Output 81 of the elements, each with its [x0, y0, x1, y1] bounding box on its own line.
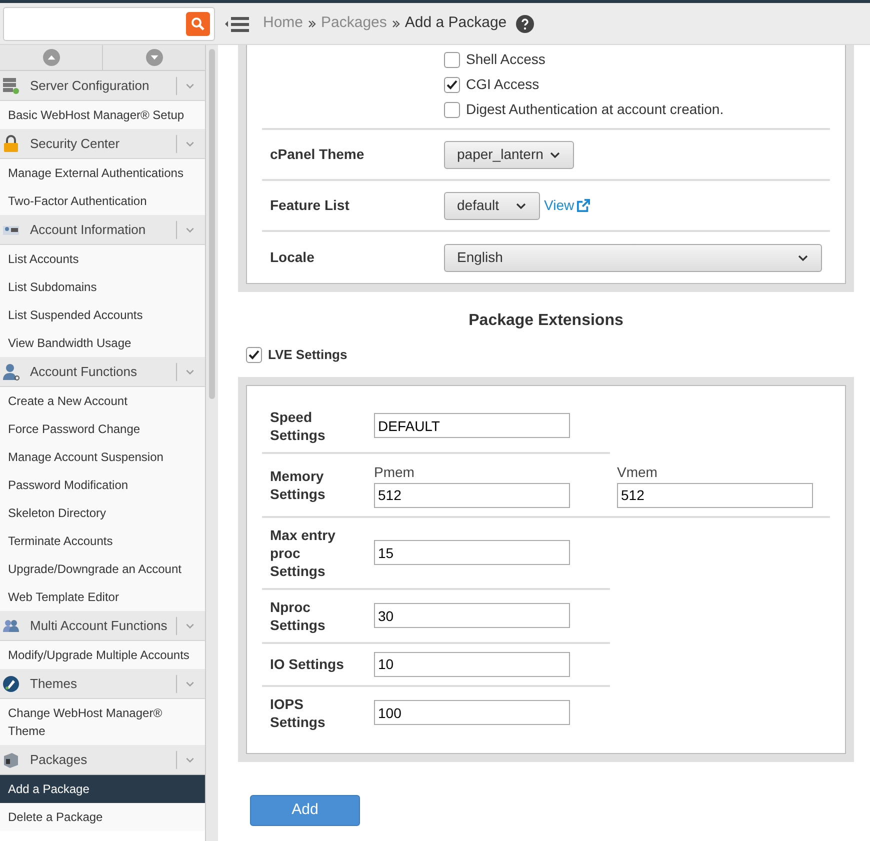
sidebar-item[interactable]: Modify/Upgrade Multiple Accounts	[0, 641, 205, 669]
sidebar-section-header[interactable]: Account Information	[0, 215, 205, 245]
sidebar-section-header[interactable]: Security Center	[0, 129, 205, 159]
option-label: LVE Settings	[268, 346, 348, 364]
option-label: CGI Access	[466, 75, 540, 94]
sidebar-item[interactable]: Manage Account Suspension	[0, 443, 205, 471]
section-title: Account Functions	[30, 362, 138, 381]
field-label: Locale	[270, 248, 316, 267]
section-title: Account Information	[30, 220, 147, 239]
field-caption: Pmem	[374, 462, 416, 482]
section-title: Multi Account Functions	[30, 616, 168, 635]
text-input[interactable]: 10	[374, 652, 570, 676]
sidebar-item[interactable]: Terminate Accounts	[0, 527, 205, 555]
scrollbar-thumb[interactable]	[209, 49, 215, 399]
text-input[interactable]: 100	[374, 700, 570, 725]
field-label: IOPS Settings	[269, 694, 326, 730]
sidebar-item[interactable]: List Suspended Accounts	[0, 301, 205, 329]
external-link-icon	[577, 199, 590, 212]
sidebar-item[interactable]: Create a New Account	[0, 387, 205, 415]
sidebar-item[interactable]: Password Modification	[0, 471, 205, 499]
sidebar-item[interactable]: List Subdomains	[0, 273, 205, 301]
field-label: Nproc Settings	[269, 598, 326, 634]
sidebar-item[interactable]: Web Template Editor	[0, 583, 205, 611]
checkbox[interactable]	[444, 76, 460, 92]
field-label: Speed Settings	[269, 408, 326, 444]
field-label: Memory Settings	[269, 466, 326, 502]
text-input[interactable]: DEFAULT	[374, 413, 570, 438]
section-title: Security Center	[30, 134, 121, 153]
field-label: Max entry proc Settings	[269, 526, 336, 580]
search-button[interactable]	[186, 12, 210, 36]
sidebar-item[interactable]: Upgrade/Downgrade an Account	[0, 555, 205, 583]
menu-collapse-icon[interactable]	[225, 14, 249, 32]
lock-icon	[2, 134, 20, 152]
sidebar-item[interactable]: Delete a Package	[0, 803, 205, 831]
field-caption: Vmem	[617, 462, 658, 482]
checkbox[interactable]	[444, 102, 460, 118]
sidebar-section-header[interactable]: Account Functions	[0, 357, 205, 387]
field-label: Feature List	[270, 196, 350, 215]
sidebar-item[interactable]: Basic WebHost Manager® Setup	[0, 101, 205, 129]
option-label: Digest Authentication at account creation.	[466, 100, 724, 119]
view-link[interactable]: View	[544, 195, 590, 216]
server-icon	[2, 76, 20, 94]
text-input[interactable]: 15	[374, 540, 570, 565]
field-label: IO Settings	[269, 655, 345, 673]
help-icon[interactable]	[516, 14, 534, 32]
sidebar-item[interactable]: Two-Factor Authentication	[0, 187, 205, 215]
section-heading: Package Extensions	[468, 311, 624, 331]
select-dropdown[interactable]: paper_lantern	[444, 140, 574, 168]
section-title: Packages	[30, 750, 88, 769]
section-title: Themes	[30, 674, 78, 693]
sidebar-section-header[interactable]: Themes	[0, 669, 205, 699]
separator-icon	[392, 20, 400, 28]
checkbox[interactable]	[444, 52, 460, 68]
sidebar-item[interactable]: Manage External Authentications	[0, 159, 205, 187]
sidebar-item[interactable]: List Accounts	[0, 245, 205, 273]
checkmark-icon	[248, 348, 260, 361]
sidebar-item[interactable]: Skeleton Directory	[0, 499, 205, 527]
text-input[interactable]: 512	[617, 482, 813, 508]
package-icon	[2, 750, 20, 768]
text-input[interactable]: 30	[374, 603, 570, 628]
sidebar-item[interactable]: Change WebHost Manager® Theme	[0, 699, 205, 745]
sidebar-item[interactable]: View Bandwidth Usage	[0, 329, 205, 357]
separator-icon	[308, 20, 316, 28]
sidebar-item[interactable]: Force Password Change	[0, 415, 205, 443]
sidebar-section-header[interactable]: Multi Account Functions	[0, 611, 205, 641]
search-icon	[191, 16, 205, 30]
checkmark-icon	[446, 78, 458, 90]
brush-globe-icon	[2, 674, 20, 692]
option-label: Shell Access	[466, 50, 546, 69]
section-title: Server Configuration	[30, 76, 150, 95]
search-field[interactable]	[3, 6, 215, 40]
select-dropdown[interactable]: default	[444, 192, 540, 220]
checkbox[interactable]	[246, 346, 262, 363]
sidebar-section-header[interactable]: Server Configuration	[0, 71, 205, 101]
text-input[interactable]: 512	[374, 482, 570, 508]
breadcrumb-current: Add a Package	[404, 13, 507, 34]
select-dropdown[interactable]: English	[444, 244, 822, 272]
sidebar-section-header[interactable]: Packages	[0, 745, 205, 775]
field-label: cPanel Theme	[270, 145, 366, 164]
sidebar-item[interactable]: Add a Package	[0, 775, 205, 803]
user-icon	[2, 362, 20, 380]
